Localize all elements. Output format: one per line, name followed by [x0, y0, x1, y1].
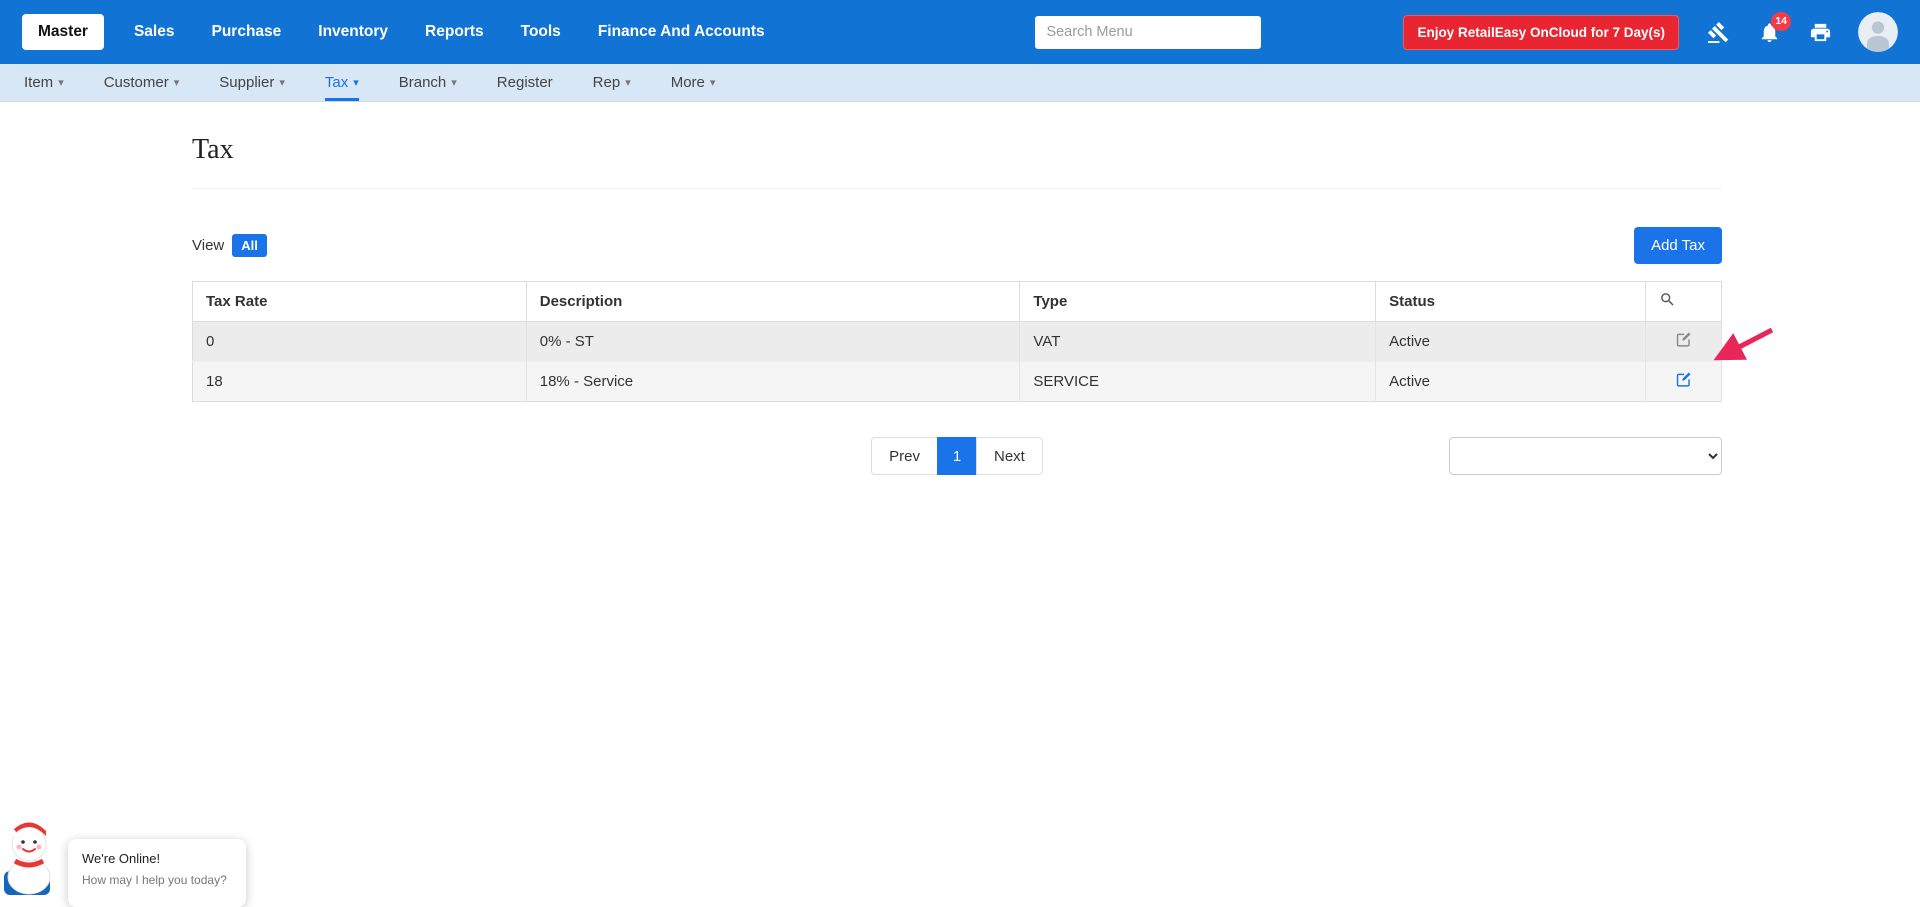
cell-description: 0% - ST — [526, 322, 1020, 362]
cell-status: Active — [1376, 362, 1646, 402]
table-search-button[interactable] — [1646, 282, 1722, 322]
table-row: 18 18% - Service SERVICE Active — [193, 362, 1722, 402]
edit-icon[interactable] — [1675, 371, 1692, 388]
edit-icon[interactable] — [1675, 331, 1692, 348]
subnav-item-more[interactable]: More ▾ — [671, 64, 716, 101]
chevron-down-icon: ▾ — [174, 76, 180, 89]
cell-tax-rate: 0 — [193, 322, 527, 362]
subnav-item-item[interactable]: Item ▾ — [24, 64, 64, 101]
chat-bubble[interactable]: We're Online! How may I help you today? — [68, 839, 246, 907]
table-toolbar: View All Add Tax — [192, 227, 1722, 264]
cell-description: 18% - Service — [526, 362, 1020, 402]
subnav-item-tax[interactable]: Tax ▾ — [325, 64, 359, 101]
snowman-mascot[interactable] — [4, 813, 60, 895]
chevron-down-icon: ▾ — [625, 76, 631, 89]
cell-status: Active — [1376, 322, 1646, 362]
gavel-icon[interactable] — [1707, 21, 1730, 44]
master-sub-navigation: Item ▾ Customer ▾ Supplier ▾ Tax ▾ Branc… — [0, 64, 1920, 102]
view-filter-all-chip[interactable]: All — [232, 234, 267, 257]
header-tax-rate: Tax Rate — [193, 282, 527, 322]
pagination-row: Prev 1 Next — [192, 437, 1722, 475]
add-tax-button[interactable]: Add Tax — [1634, 227, 1722, 264]
notification-bell-icon[interactable]: 14 — [1758, 21, 1781, 44]
view-label: View — [192, 237, 224, 254]
tax-table: Tax Rate Description Type Status 0 0% - … — [192, 281, 1722, 402]
chat-widget: We're Online! How may I help you today? — [4, 813, 60, 895]
top-navigation-bar: Master Sales Purchase Inventory Reports … — [0, 0, 1920, 64]
current-page-button[interactable]: 1 — [937, 437, 977, 475]
printer-icon[interactable] — [1809, 21, 1832, 44]
subnav-item-customer[interactable]: Customer ▾ — [104, 64, 180, 101]
next-page-button[interactable]: Next — [976, 437, 1043, 475]
gavel-icon-glyph — [1707, 21, 1730, 44]
cell-type: VAT — [1020, 322, 1376, 362]
chat-status-text: We're Online! — [82, 851, 232, 866]
header-type: Type — [1020, 282, 1376, 322]
chevron-down-icon: ▾ — [279, 76, 285, 89]
cell-tax-rate: 18 — [193, 362, 527, 402]
main-content: Tax View All Add Tax Tax Rate Descriptio… — [192, 102, 1722, 475]
subnav-item-label: Supplier — [219, 74, 274, 91]
nav-item-master[interactable]: Master — [22, 14, 104, 50]
header-status: Status — [1376, 282, 1646, 322]
subnav-item-label: More — [671, 74, 705, 91]
nav-item-inventory[interactable]: Inventory — [318, 23, 388, 41]
user-avatar[interactable] — [1858, 12, 1898, 52]
subnav-item-supplier[interactable]: Supplier ▾ — [219, 64, 285, 101]
nav-item-finance-and-accounts[interactable]: Finance And Accounts — [598, 23, 765, 41]
subnav-item-rep[interactable]: Rep ▾ — [593, 64, 631, 101]
chevron-down-icon: ▾ — [58, 76, 64, 89]
search-menu-input[interactable] — [1035, 16, 1261, 49]
subnav-item-branch[interactable]: Branch ▾ — [399, 64, 457, 101]
nav-item-sales[interactable]: Sales — [134, 23, 175, 41]
header-description: Description — [526, 282, 1020, 322]
chat-greeting-text: How may I help you today? — [82, 873, 232, 887]
promo-trial-button[interactable]: Enjoy RetailEasy OnCloud for 7 Day(s) — [1403, 15, 1679, 50]
nav-item-reports[interactable]: Reports — [425, 23, 484, 41]
subnav-item-label: Item — [24, 74, 53, 91]
chevron-down-icon: ▾ — [710, 76, 716, 89]
page-size-select[interactable] — [1449, 437, 1722, 475]
chevron-down-icon: ▾ — [353, 76, 359, 89]
page-title: Tax — [192, 102, 1722, 189]
table-header-row: Tax Rate Description Type Status — [193, 282, 1722, 322]
prev-page-button[interactable]: Prev — [871, 437, 938, 475]
subnav-item-register[interactable]: Register — [497, 64, 553, 101]
printer-icon-glyph — [1809, 21, 1832, 44]
search-icon — [1659, 291, 1676, 308]
subnav-item-label: Branch — [399, 74, 447, 91]
chevron-down-icon: ▾ — [451, 76, 457, 89]
subnav-item-label: Rep — [593, 74, 621, 91]
user-avatar-glyph — [1858, 12, 1898, 52]
nav-item-tools[interactable]: Tools — [521, 23, 561, 41]
cell-type: SERVICE — [1020, 362, 1376, 402]
subnav-item-label: Tax — [325, 74, 348, 91]
subnav-item-label: Register — [497, 74, 553, 91]
subnav-item-label: Customer — [104, 74, 169, 91]
notification-count-badge: 14 — [1771, 12, 1791, 31]
nav-item-purchase[interactable]: Purchase — [211, 23, 281, 41]
table-row: 0 0% - ST VAT Active — [193, 322, 1722, 362]
